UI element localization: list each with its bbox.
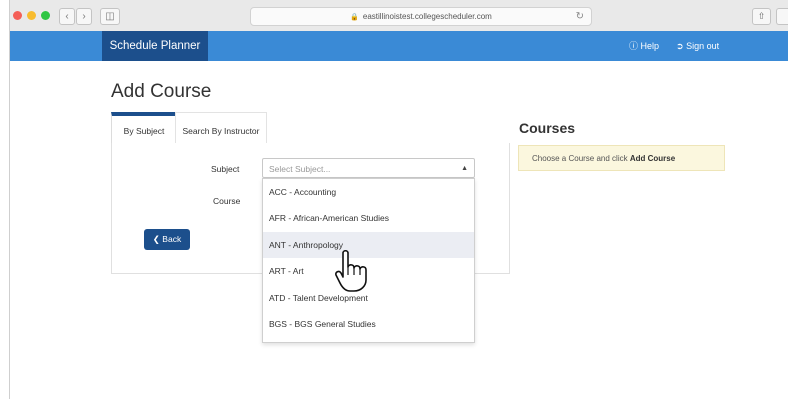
reload-icon[interactable]: ↻ (576, 8, 584, 25)
notice-text: Choose a Course and click (532, 154, 628, 163)
sidebar-icon[interactable]: ◫ (100, 8, 120, 25)
browser-window: ‹ › ◫ 🔒 eastillinoistest.collegescheduler… (9, 0, 788, 399)
url-text: eastillinoistest.collegescheduler.com (362, 12, 492, 21)
url-bar[interactable]: 🔒 eastillinoistest.collegescheduler.com ↻ (250, 7, 592, 26)
course-label: Course (213, 196, 241, 206)
page-title: Add Course (111, 81, 212, 102)
courses-heading: Courses (519, 120, 576, 136)
maximize-window-dot[interactable] (41, 11, 50, 20)
close-window-dot[interactable] (13, 11, 22, 20)
subject-label: Subject (211, 164, 240, 174)
app-header: Schedule Planner ⓘ Help ➲ Sign out (10, 31, 788, 61)
back-button[interactable]: ❮ Back (144, 229, 190, 250)
courses-notice: Choose a Course and click Add Course (518, 145, 725, 171)
back-nav-icon[interactable]: ‹ (59, 8, 75, 25)
minimize-window-dot[interactable] (27, 11, 36, 20)
help-link[interactable]: ⓘ Help (629, 31, 659, 61)
help-label: Help (640, 41, 660, 51)
signout-icon: ➲ (676, 41, 684, 51)
chevron-left-icon: ❮ (152, 234, 160, 244)
tab-search-by-instructor[interactable]: Search By Instructor (175, 112, 267, 145)
subject-option-bgs[interactable]: BGS - BGS General Studies (263, 311, 474, 337)
subject-option-acc[interactable]: ACC - Accounting (263, 179, 474, 205)
subject-placeholder: Select Subject... (269, 164, 331, 174)
subject-option-afr[interactable]: AFR - African-American Studies (263, 205, 474, 231)
browser-toolbar: ‹ › ◫ 🔒 eastillinoistest.collegescheduler… (10, 0, 788, 32)
help-icon: ⓘ (629, 41, 639, 51)
brand-title[interactable]: Schedule Planner (102, 31, 208, 61)
forward-nav-icon[interactable]: › (76, 8, 92, 25)
tabs-icon[interactable] (776, 8, 788, 25)
tab-by-subject[interactable]: By Subject (111, 112, 177, 144)
notice-action: Add Course (629, 154, 676, 163)
subject-select[interactable]: Select Subject... ▲ (262, 158, 475, 178)
hand-pointer-icon (335, 249, 367, 292)
share-icon[interactable]: ⇧ (752, 8, 771, 25)
back-label: Back (162, 234, 182, 244)
signout-label: Sign out (686, 41, 720, 51)
lock-icon: 🔒 (350, 14, 359, 21)
caret-up-icon: ▲ (461, 165, 468, 172)
signout-link[interactable]: ➲ Sign out (676, 31, 719, 61)
